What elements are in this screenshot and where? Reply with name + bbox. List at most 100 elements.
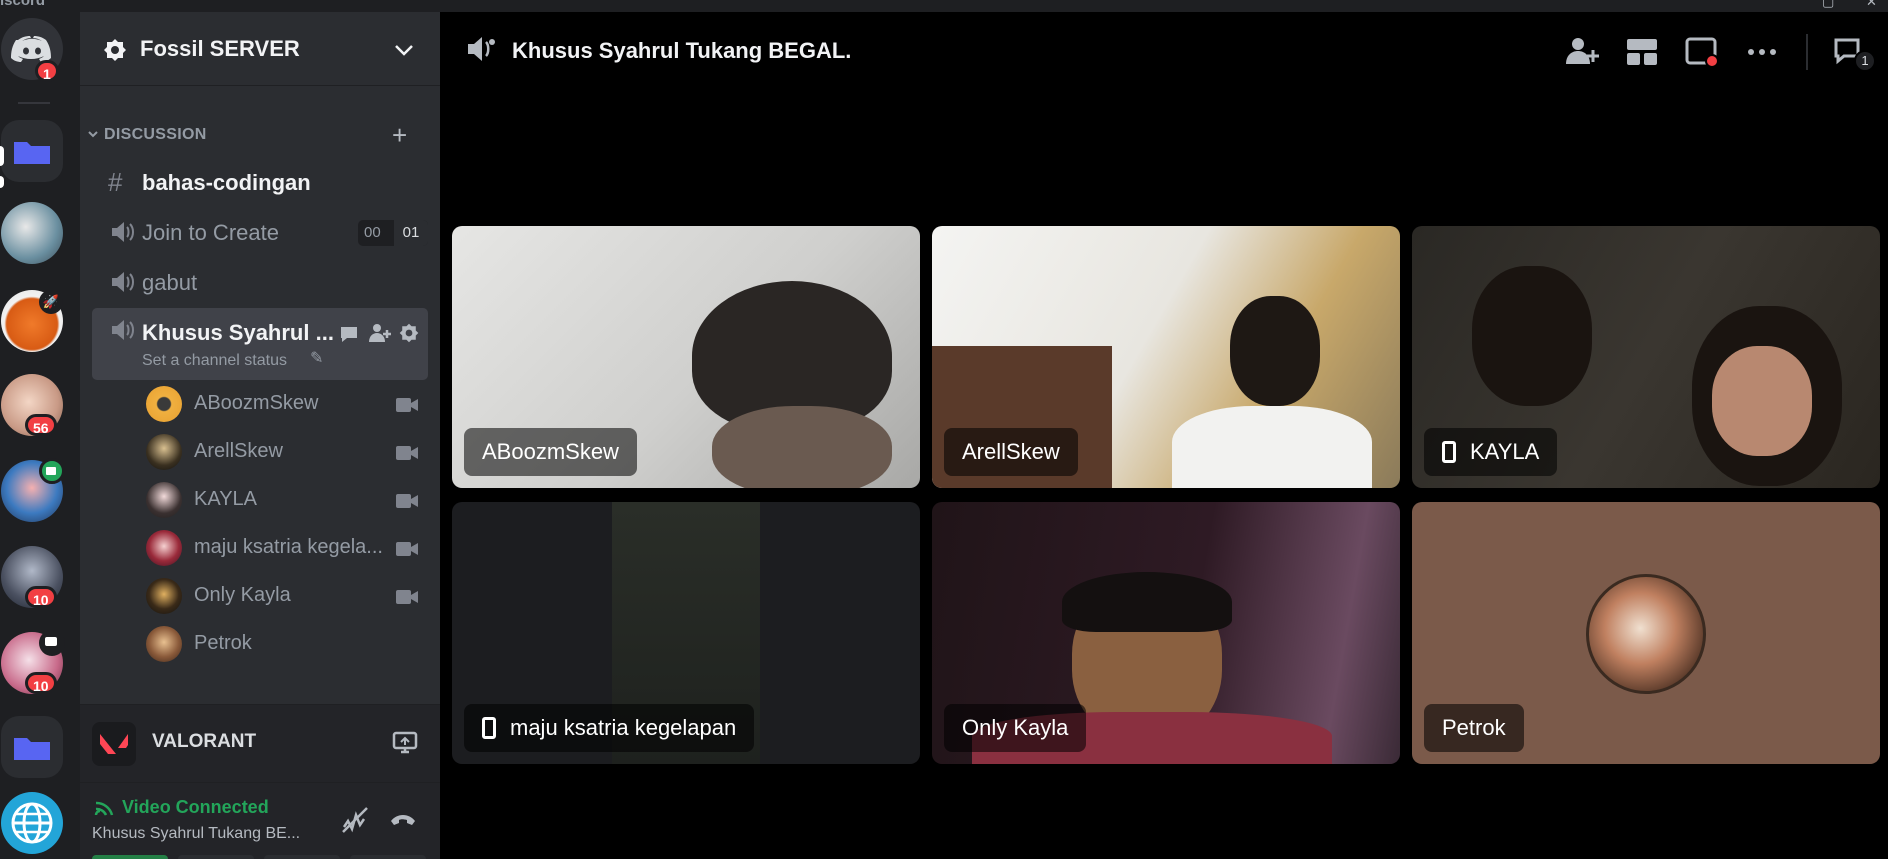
soundboard-button[interactable]: [350, 855, 426, 859]
server-icon-1[interactable]: [1, 202, 63, 264]
chat-bubble-icon: [39, 630, 65, 656]
voice-user[interactable]: ABoozmSkew: [146, 382, 426, 422]
globe-icon: [11, 802, 53, 844]
voice-channel-icon: [468, 37, 495, 61]
share-screen-icon[interactable]: [392, 731, 418, 755]
channel-join-to-create[interactable]: Join to Create 00 01: [92, 210, 428, 254]
chevron-down-icon[interactable]: [394, 44, 414, 56]
text-channel-icon: #: [108, 167, 123, 197]
main-header: Khusus Syahrul Tukang BEGAL. 1: [440, 12, 1888, 86]
participant-name-label: ArellSkew: [944, 428, 1078, 476]
server-icon-3[interactable]: 56: [1, 374, 63, 436]
video-button[interactable]: [92, 855, 168, 859]
rail-separator: [18, 102, 50, 104]
camera-icon: [396, 590, 418, 604]
video-tile[interactable]: maju ksatria kegelapan: [452, 502, 920, 764]
avatar: [146, 626, 182, 662]
inbox-badge: 1: [1854, 50, 1876, 72]
gear-icon[interactable]: [398, 322, 420, 344]
avatar: [146, 482, 182, 518]
participant-name: Petrok: [1442, 715, 1506, 740]
layout-grid-icon[interactable]: [1624, 34, 1660, 70]
channel-sidebar: Fossil SERVER DISCUSSION + # bahas-codin…: [0, 12, 440, 859]
home-badge: 1: [35, 60, 59, 82]
window-title: iscord: [0, 0, 46, 9]
voice-user[interactable]: Petrok: [146, 622, 426, 662]
pencil-icon[interactable]: ✎: [310, 348, 323, 368]
server-icon-5[interactable]: 10: [1, 546, 63, 608]
server-icon-4[interactable]: [1, 458, 65, 522]
window-titlebar: iscord ▢ ✕: [0, 0, 1888, 12]
speaker-icon: [112, 222, 134, 242]
participant-name-label: Only Kayla: [944, 704, 1087, 752]
popout-icon[interactable]: [1684, 34, 1720, 70]
invite-icon[interactable]: [368, 322, 392, 344]
server-folder-2[interactable]: [1, 716, 63, 778]
chat-icon[interactable]: [338, 324, 360, 344]
server-badge: 10: [25, 586, 57, 608]
add-channel-icon[interactable]: +: [392, 120, 407, 151]
screen-button[interactable]: [178, 855, 254, 859]
category-chevron-icon[interactable]: [87, 130, 99, 140]
participant-hair: [1062, 572, 1232, 632]
participant-name: ABoozmSkew: [482, 439, 619, 464]
channel-khusus-syahrul[interactable]: Khusus Syahrul ... Set a channel status …: [92, 308, 428, 380]
voice-channel-name[interactable]: Khusus Syahrul Tukang BE...: [92, 825, 300, 843]
disconnect-icon[interactable]: [388, 809, 418, 829]
channel-name: Join to Create: [142, 220, 279, 245]
participant-name: maju ksatria kegelapan: [510, 715, 737, 740]
video-tile[interactable]: KAYLA: [1412, 226, 1880, 488]
explore-servers-button[interactable]: [1, 792, 63, 854]
voice-user[interactable]: KAYLA: [146, 478, 426, 518]
server-settings-icon: [104, 39, 126, 61]
voice-channel-view: Khusus Syahrul Tukang BEGAL. 1 ABoozmSke…: [440, 12, 1888, 859]
channel-bahas-codingan[interactable]: # bahas-codingan: [92, 160, 428, 204]
header-divider: [1806, 34, 1808, 70]
activity-panel: VALORANT: [80, 704, 440, 782]
maximize-icon[interactable]: ▢: [1822, 0, 1834, 10]
participant-2-face: [1712, 346, 1812, 456]
voice-user-name: Petrok: [194, 632, 252, 654]
video-tile[interactable]: Petrok: [1412, 502, 1880, 764]
home-button[interactable]: 1: [1, 18, 63, 82]
video-tile[interactable]: ArellSkew: [932, 226, 1400, 488]
channel-name: gabut: [142, 270, 198, 295]
close-icon[interactable]: ✕: [1866, 0, 1877, 10]
mobile-icon: [482, 717, 496, 739]
noise-suppression-icon[interactable]: [340, 805, 370, 835]
speaker-icon: [112, 320, 134, 340]
channel-status[interactable]: Set a channel status: [142, 352, 287, 370]
channel-gabut[interactable]: gabut: [92, 260, 428, 304]
boost-icon: 🚀: [39, 290, 63, 314]
invite-people-icon[interactable]: [1564, 34, 1600, 70]
participant-face: [712, 406, 892, 488]
video-tile[interactable]: ABoozmSkew: [452, 226, 920, 488]
avatar: [146, 434, 182, 470]
video-tile[interactable]: Only Kayla: [932, 502, 1400, 764]
server-icon-6[interactable]: 10: [1, 630, 65, 694]
participant-1: [1472, 266, 1592, 406]
category-discussion[interactable]: DISCUSSION: [104, 126, 207, 144]
speaker-icon: [112, 272, 134, 292]
channel-name: Khusus Syahrul ...: [142, 320, 334, 345]
voice-user[interactable]: maju ksatria kegela...: [146, 526, 426, 566]
participant-shirt: [1172, 406, 1372, 488]
server-icon-2[interactable]: 🚀: [1, 290, 63, 352]
server-badge: 56: [25, 414, 57, 436]
voice-user[interactable]: Only Kayla: [146, 574, 426, 614]
participant-name: KAYLA: [1470, 439, 1540, 464]
server-name: Fossil SERVER: [140, 36, 300, 61]
signal-icon[interactable]: [94, 797, 116, 817]
more-options-icon[interactable]: [1744, 34, 1780, 70]
voice-user[interactable]: ArellSkew: [146, 430, 426, 470]
user-limit: 01: [394, 220, 428, 246]
camera-icon: [396, 446, 418, 460]
server-badge: 10: [25, 672, 57, 694]
voice-user-name: Only Kayla: [194, 584, 291, 606]
valorant-logo: [92, 722, 136, 766]
server-header[interactable]: Fossil SERVER: [80, 12, 440, 86]
user-count: 00: [364, 224, 381, 241]
voice-connection-panel: Video Connected Khusus Syahrul Tukang BE…: [80, 782, 440, 859]
server-folder[interactable]: [1, 120, 63, 182]
activity-button[interactable]: [264, 855, 340, 859]
